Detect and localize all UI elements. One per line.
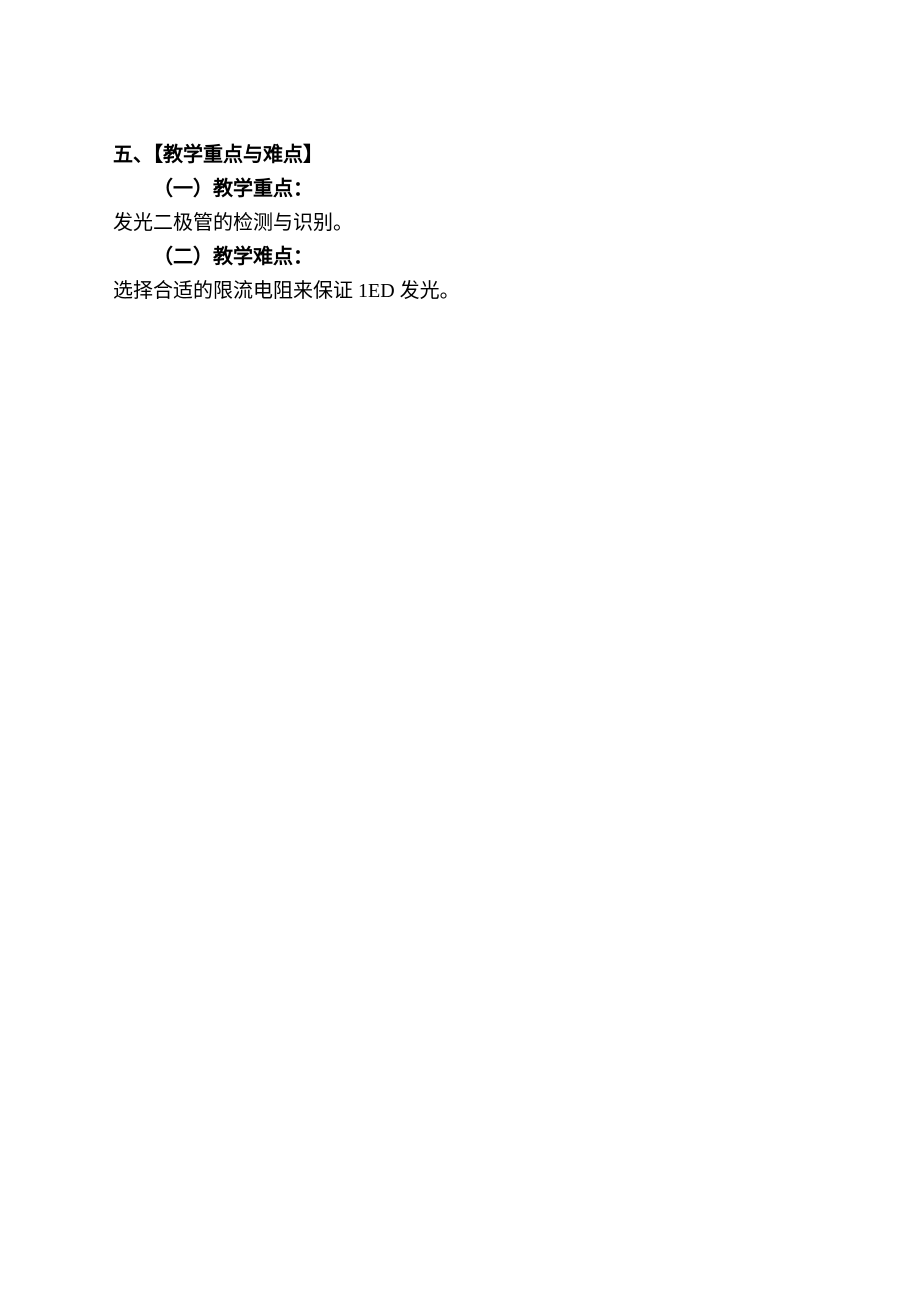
subsection-2-content: 选择合适的限流电阻来保证 1ED 发光。 [113, 274, 807, 308]
subsection-2-heading: （二）教学难点： [113, 240, 807, 274]
section-heading: 五、【教学重点与难点】 [113, 138, 807, 172]
subsection-1-content: 发光二极管的检测与识别。 [113, 206, 807, 240]
subsection-1-heading: （一）教学重点： [113, 172, 807, 206]
